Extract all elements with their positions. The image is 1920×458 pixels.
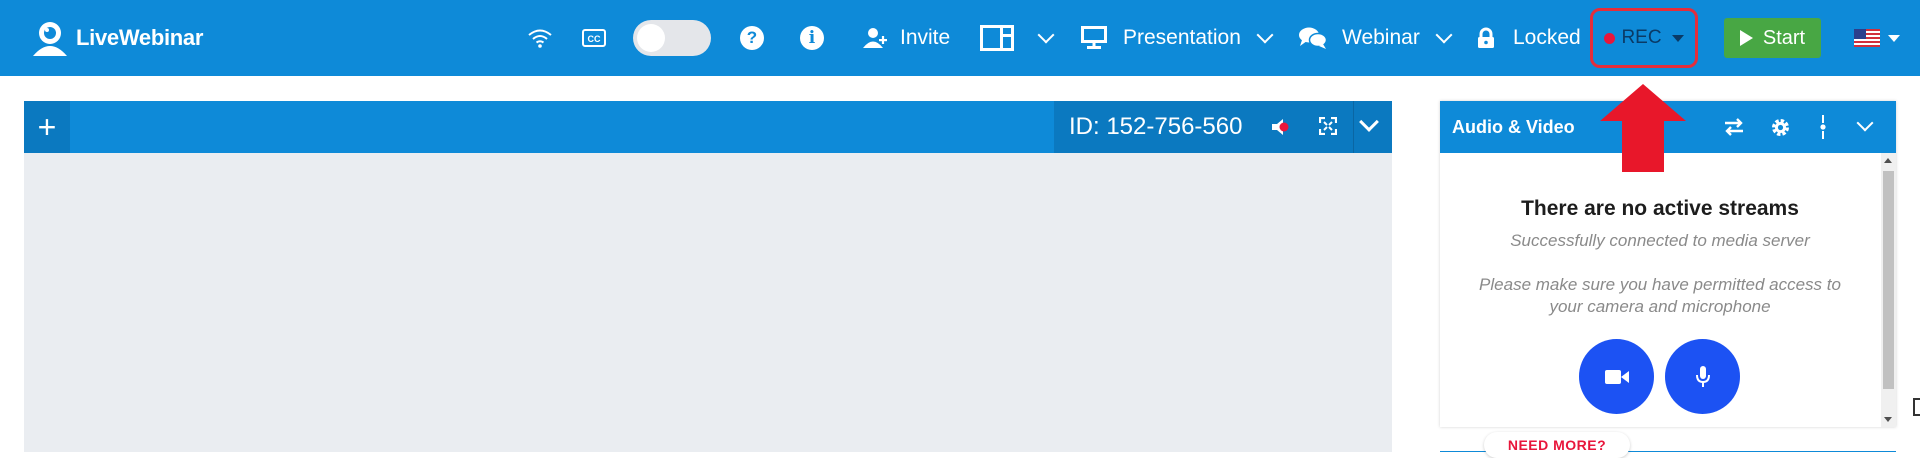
- chevron-down-icon: [1037, 26, 1055, 44]
- invite-label: Invite: [900, 26, 951, 49]
- invite-button[interactable]: Invite: [862, 0, 950, 76]
- wifi-icon: [528, 29, 552, 48]
- more-options-button[interactable]: [1819, 115, 1827, 144]
- camera-icon: [1604, 369, 1629, 384]
- panel-scrollbar[interactable]: [1881, 153, 1896, 427]
- chevron-down-icon: [1359, 112, 1379, 132]
- swap-arrows-icon: [1725, 118, 1743, 136]
- question-icon: ?: [740, 26, 764, 50]
- camera-button[interactable]: [1579, 339, 1654, 414]
- record-label: REC: [1621, 27, 1662, 48]
- toggle-track: [633, 20, 711, 56]
- add-user-icon: [863, 28, 887, 48]
- start-label: Start: [1762, 26, 1806, 49]
- caret-down-icon: [1888, 34, 1900, 42]
- speaker-icon: [1272, 119, 1289, 135]
- audio-video-body: There are no active streams Successfully…: [1440, 153, 1880, 427]
- plus-icon: +: [37, 108, 57, 145]
- record-dropdown[interactable]: REC: [1590, 8, 1698, 68]
- presentation-stage[interactable]: + ID: 152-756-560: [24, 101, 1392, 452]
- stage-header: + ID: 152-756-560: [24, 101, 1392, 153]
- chevron-down-icon: [1256, 26, 1274, 44]
- livewebinar-logo[interactable]: LiveWebinar: [30, 18, 203, 58]
- gear-icon: [1772, 119, 1789, 136]
- presentation-label: Presentation: [1123, 26, 1241, 49]
- lock-toggle[interactable]: Locked: [1477, 0, 1581, 76]
- closed-captions-icon: CC: [582, 29, 606, 47]
- lock-icon: [1478, 27, 1494, 48]
- vertical-dots-icon: [1820, 115, 1826, 139]
- permission-notice: Please make sure you have permitted acce…: [1479, 275, 1841, 316]
- locked-label: Locked: [1513, 26, 1581, 49]
- audio-video-title: Audio & Video: [1452, 117, 1575, 137]
- divider: [1353, 101, 1354, 153]
- toggle-knob: [637, 24, 665, 52]
- fullscreen-button[interactable]: [1318, 116, 1338, 140]
- connection-status-text: Successfully connected to media server: [1510, 231, 1810, 250]
- info-button[interactable]: i: [800, 0, 824, 76]
- presentation-icon: [1081, 26, 1107, 49]
- collapse-stage-button[interactable]: [1359, 112, 1379, 132]
- caret-down-icon: [1671, 34, 1684, 42]
- record-dot-icon: [1604, 32, 1616, 44]
- info-icon: i: [800, 26, 824, 50]
- swap-button[interactable]: [1723, 117, 1745, 142]
- annotation-arrow-icon: [1600, 84, 1686, 172]
- microphone-icon: [1695, 365, 1710, 387]
- webinar-label: Webinar: [1342, 26, 1420, 49]
- us-flag-icon: [1854, 29, 1880, 47]
- collapse-panel-button[interactable]: [1856, 114, 1874, 132]
- start-button[interactable]: Start: [1724, 18, 1821, 58]
- layout-icon: [980, 25, 1014, 51]
- scroll-up-arrow-icon[interactable]: [1884, 158, 1892, 163]
- resize-cursor-icon: [1913, 398, 1920, 416]
- closed-captions-button[interactable]: CC: [582, 0, 606, 76]
- settings-button[interactable]: [1770, 117, 1791, 143]
- chevron-down-icon: [1435, 26, 1453, 44]
- webinar-dropdown[interactable]: Webinar: [1298, 0, 1453, 76]
- scroll-thumb[interactable]: [1883, 171, 1894, 389]
- no-streams-heading: There are no active streams: [1521, 197, 1799, 220]
- chevron-down-icon: [1856, 114, 1874, 132]
- help-button[interactable]: ?: [740, 0, 764, 76]
- microphone-button[interactable]: [1665, 339, 1740, 414]
- logo-text: LiveWebinar: [76, 25, 204, 50]
- connection-status[interactable]: [527, 0, 553, 76]
- scroll-down-arrow-icon[interactable]: [1884, 417, 1892, 422]
- presentation-dropdown[interactable]: Presentation: [1081, 0, 1274, 76]
- need-more-button[interactable]: NEED MORE?: [1484, 432, 1630, 458]
- livewebinar-logo-icon: [33, 22, 67, 56]
- add-tab-button[interactable]: +: [24, 101, 70, 153]
- svg-text:CC: CC: [588, 34, 601, 44]
- mute-button[interactable]: [1269, 116, 1291, 143]
- fullscreen-icon: [1318, 116, 1338, 136]
- play-icon: [1739, 30, 1753, 46]
- chat-bubbles-icon: [1299, 27, 1328, 49]
- room-id: ID: 152-756-560: [1069, 113, 1243, 140]
- layout-dropdown[interactable]: [980, 0, 1055, 76]
- top-navigation-bar: LiveWebinar CC ? i Invite Presentation W…: [0, 0, 1920, 76]
- toggle-switch[interactable]: [633, 0, 711, 76]
- language-selector[interactable]: [1854, 0, 1900, 76]
